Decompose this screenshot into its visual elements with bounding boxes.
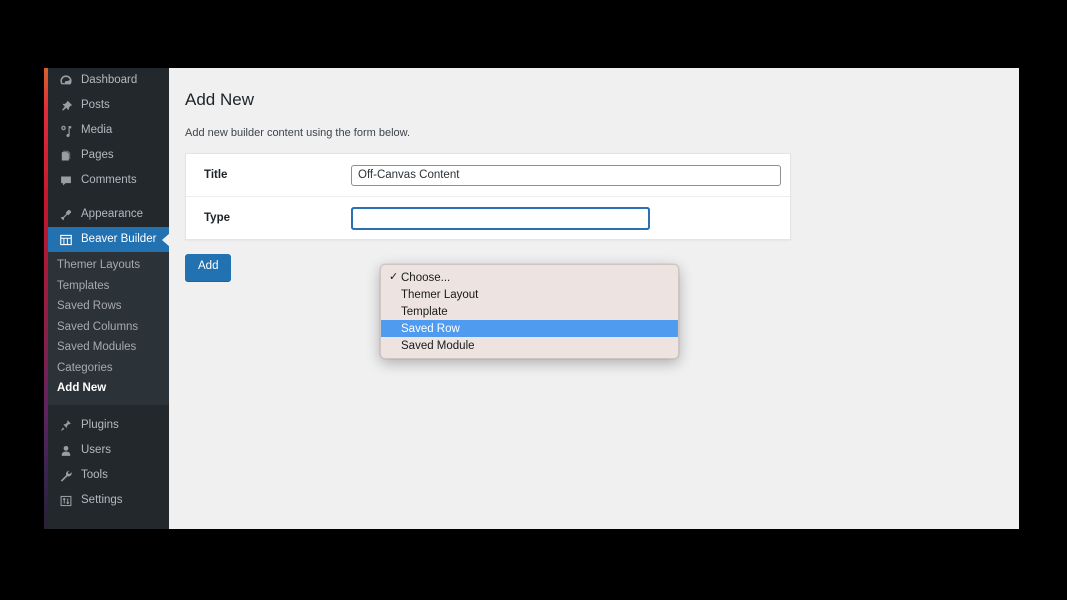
- sidebar-subitem-label: Categories: [57, 361, 113, 374]
- sidebar-item-media[interactable]: Media: [48, 118, 169, 143]
- sidebar-subitem-categories[interactable]: Categories: [48, 358, 169, 379]
- sidebar-subitem-label: Themer Layouts: [57, 259, 141, 272]
- sidebar-subitem-label: Saved Columns: [57, 320, 139, 333]
- plug-icon: [57, 418, 74, 435]
- check-icon: ✓: [389, 271, 399, 283]
- sidebar-subitem-add-new[interactable]: Add New: [48, 378, 169, 399]
- brush-icon: [57, 206, 74, 223]
- sidebar-item-settings[interactable]: Settings: [48, 489, 169, 514]
- sidebar-item-users[interactable]: Users: [48, 439, 169, 464]
- title-field-cell: [351, 154, 791, 196]
- add-button[interactable]: Add: [185, 254, 232, 281]
- sidebar-subitem-label: Saved Rows: [57, 300, 122, 313]
- type-select[interactable]: [351, 206, 650, 230]
- gradient-edge-stripe: [44, 68, 48, 529]
- sidebar-item-label: Plugins: [81, 419, 119, 432]
- add-new-form-table: Title Type: [185, 153, 791, 241]
- type-field-cell: [351, 197, 790, 239]
- sidebar-subitem-saved-rows[interactable]: Saved Rows: [48, 296, 169, 317]
- dropdown-option-label: Template: [401, 305, 448, 318]
- title-input[interactable]: [351, 164, 781, 186]
- sidebar-item-plugins[interactable]: Plugins: [48, 414, 169, 439]
- layout-grid-icon: [57, 231, 74, 248]
- dropdown-option-saved-row[interactable]: Saved Row: [381, 320, 678, 337]
- comments-icon: [57, 172, 74, 189]
- sidebar-separator-2: [48, 405, 169, 414]
- sidebar-item-label: Settings: [81, 494, 123, 507]
- type-field-label: Type: [204, 212, 230, 225]
- sidebar-item-label: Media: [81, 123, 113, 136]
- sidebar-item-label: Appearance: [81, 207, 144, 220]
- pages-icon: [57, 147, 74, 164]
- sidebar-subitem-label: Add New: [57, 382, 107, 395]
- sidebar-item-appearance[interactable]: Appearance: [48, 202, 169, 227]
- screenshot-stage: Dashboard Posts Media Pages Comments App…: [0, 0, 1067, 600]
- sliders-icon: [57, 493, 74, 510]
- dropdown-option-label: Choose...: [401, 271, 451, 284]
- dropdown-option-saved-module[interactable]: Saved Module: [381, 337, 678, 354]
- user-icon: [57, 443, 74, 460]
- pin-icon: [57, 97, 74, 114]
- sidebar-subitem-saved-columns[interactable]: Saved Columns: [48, 317, 169, 338]
- admin-sidebar: Dashboard Posts Media Pages Comments App…: [48, 68, 170, 529]
- dropdown-option-template[interactable]: Template: [381, 303, 678, 320]
- dropdown-option-themer-layout[interactable]: Themer Layout: [381, 286, 678, 303]
- sidebar-subitem-templates[interactable]: Templates: [48, 276, 169, 297]
- sidebar-subitem-label: Templates: [57, 279, 110, 292]
- sidebar-item-label: Beaver Builder: [81, 232, 157, 245]
- sidebar-item-beaver-builder[interactable]: Beaver Builder: [48, 227, 170, 252]
- sidebar-submenu-beaver-builder: Themer Layouts Templates Saved Rows Save…: [48, 252, 169, 405]
- sidebar-item-dashboard[interactable]: Dashboard: [48, 68, 169, 93]
- type-select-dropdown[interactable]: ✓ Choose... Themer Layout Template Saved…: [380, 264, 679, 359]
- dropdown-option-choose[interactable]: ✓ Choose...: [381, 269, 678, 286]
- sidebar-item-pages[interactable]: Pages: [48, 143, 169, 168]
- sidebar-item-label: Users: [81, 444, 112, 457]
- dashboard-icon: [57, 72, 74, 89]
- form-row-title: Title: [186, 154, 791, 198]
- sidebar-separator-1: [48, 193, 169, 202]
- dropdown-option-label: Themer Layout: [401, 288, 479, 301]
- sidebar-item-comments[interactable]: Comments: [48, 168, 169, 193]
- browser-viewport: Dashboard Posts Media Pages Comments App…: [44, 68, 1019, 529]
- sidebar-subitem-label: Saved Modules: [57, 341, 137, 354]
- sidebar-item-label: Dashboard: [81, 73, 138, 86]
- sidebar-subitem-saved-modules[interactable]: Saved Modules: [48, 337, 169, 358]
- form-row-type: Type: [186, 197, 790, 239]
- title-field-label: Title: [204, 169, 228, 182]
- sidebar-item-label: Posts: [81, 98, 110, 111]
- sidebar-item-tools[interactable]: Tools: [48, 464, 169, 489]
- sidebar-item-label: Comments: [81, 173, 137, 186]
- dropdown-option-label: Saved Row: [401, 322, 460, 335]
- sidebar-item-label: Tools: [81, 469, 108, 482]
- wrench-icon: [57, 468, 74, 485]
- sidebar-subitem-themer-layouts[interactable]: Themer Layouts: [48, 255, 169, 276]
- page-title: Add New: [185, 90, 254, 109]
- dropdown-option-label: Saved Module: [401, 339, 475, 352]
- sidebar-item-label: Pages: [81, 148, 114, 161]
- sidebar-item-posts[interactable]: Posts: [48, 93, 169, 118]
- page-description: Add new builder content using the form b…: [185, 126, 411, 139]
- media-icon: [57, 122, 74, 139]
